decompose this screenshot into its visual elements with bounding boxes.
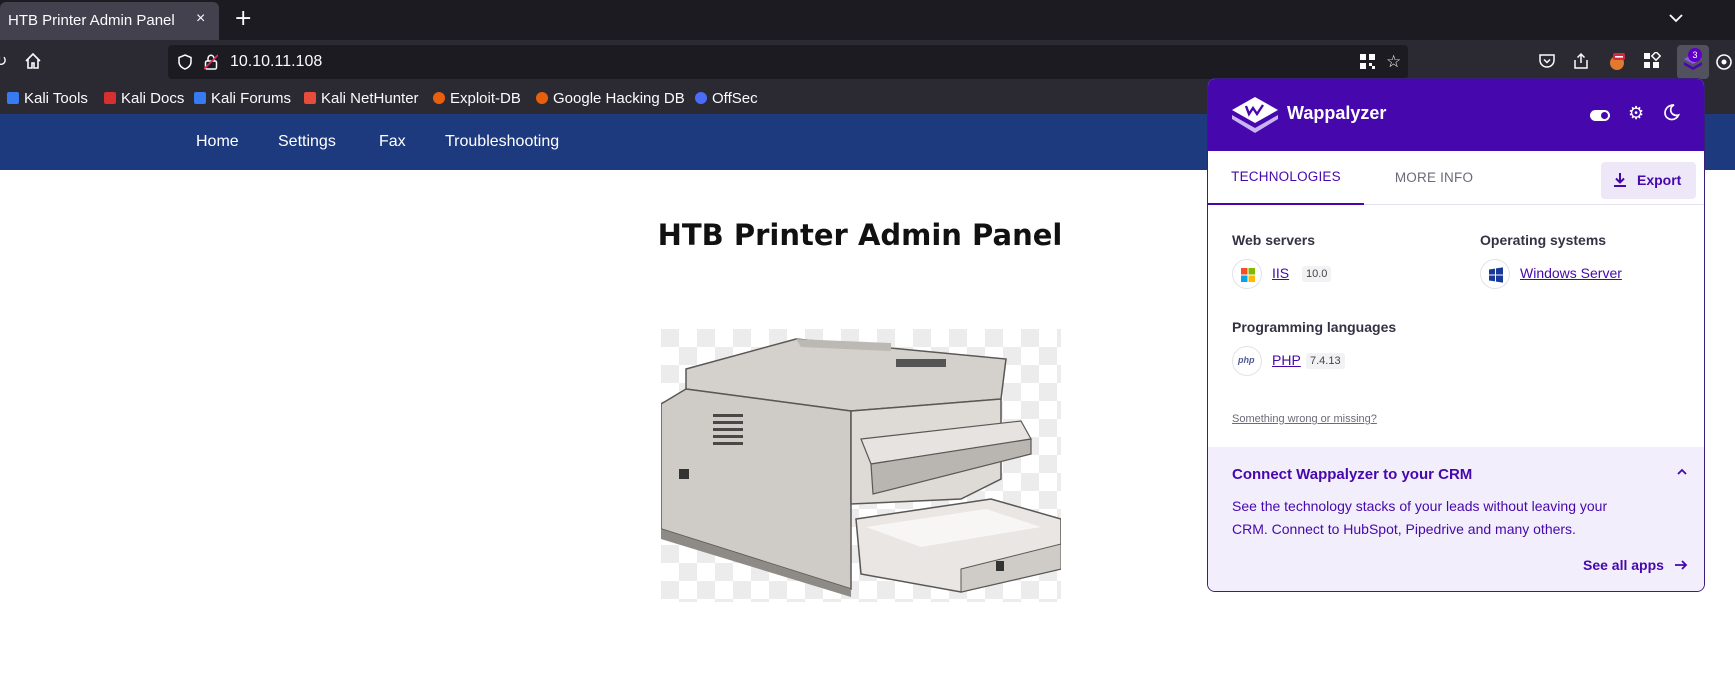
- see-all-apps-link[interactable]: See all apps: [1583, 557, 1664, 573]
- wappalyzer-title: Wappalyzer: [1287, 103, 1387, 123]
- tab-list-chevron-icon[interactable]: [1668, 10, 1684, 26]
- collapse-chevron-icon[interactable]: [1676, 466, 1688, 478]
- crm-description: See the technology stacks of your leads …: [1232, 498, 1608, 537]
- tab-bar: HTB Printer Admin Panel × +: [0, 0, 1735, 40]
- exploit-db-icon: [433, 92, 445, 104]
- tech-version-iis: 10.0: [1302, 266, 1332, 282]
- tech-item-iis[interactable]: IIS 10.0: [1232, 259, 1432, 289]
- browser-tab-active[interactable]: HTB Printer Admin Panel ×: [0, 2, 219, 40]
- arrow-right-icon[interactable]: [1674, 558, 1688, 572]
- nav-home-link[interactable]: Home: [196, 133, 239, 151]
- export-button[interactable]: Export: [1601, 162, 1696, 199]
- something-wrong-link[interactable]: Something wrong or missing?: [1232, 413, 1377, 425]
- tech-version-php: 7.4.13: [1306, 353, 1345, 369]
- reload-icon[interactable]: ↻: [0, 51, 7, 70]
- tech-name-iis[interactable]: IIS: [1272, 265, 1289, 281]
- share-icon[interactable]: [1572, 52, 1590, 70]
- windows-icon: [1480, 259, 1510, 289]
- bookmark-kali-tools[interactable]: Kali Tools: [7, 90, 88, 107]
- crm-panel: Connect Wappalyzer to your CRM See the t…: [1208, 447, 1704, 591]
- tech-name-php[interactable]: PHP: [1272, 352, 1301, 368]
- tech-item-windows-server[interactable]: Windows Server: [1480, 259, 1680, 289]
- nav-fax-link[interactable]: Fax: [379, 133, 406, 151]
- url-bar[interactable]: 10.10.11.108 ☆: [168, 45, 1408, 79]
- nav-troubleshooting-link[interactable]: Troubleshooting: [445, 133, 559, 151]
- bookmark-star-icon[interactable]: ☆: [1386, 52, 1401, 72]
- category-programming-languages: Programming languages: [1232, 319, 1397, 335]
- bookmark-google-hacking-db[interactable]: Google Hacking DB: [536, 90, 685, 107]
- qr-code-icon[interactable]: [1360, 54, 1375, 69]
- insecure-lock-icon[interactable]: [204, 54, 218, 70]
- dark-mode-moon-icon[interactable]: [1662, 103, 1680, 121]
- tech-name-windows-server[interactable]: Windows Server: [1520, 265, 1622, 281]
- tracking-shield-icon[interactable]: [177, 54, 193, 70]
- new-tab-button[interactable]: +: [234, 6, 252, 31]
- nav-settings-link[interactable]: Settings: [278, 133, 336, 151]
- download-icon: [1614, 173, 1626, 187]
- overflow-extension-icon[interactable]: [1714, 52, 1734, 72]
- bookmark-kali-nethunter[interactable]: Kali NetHunter: [304, 90, 419, 107]
- kali-nethunter-icon: [304, 92, 316, 104]
- pocket-icon[interactable]: [1538, 52, 1556, 70]
- page-title: HTB Printer Admin Panel: [657, 218, 1063, 252]
- category-operating-systems: Operating systems: [1480, 232, 1607, 248]
- tab-title: HTB Printer Admin Panel: [8, 12, 175, 29]
- offsec-icon: [695, 92, 707, 104]
- settings-gear-icon[interactable]: ⚙: [1628, 103, 1644, 124]
- kali-tools-icon: [7, 92, 19, 104]
- wappalyzer-header: Wappalyzer ⚙: [1208, 79, 1704, 151]
- kali-docs-icon: [104, 92, 116, 104]
- tab-technologies[interactable]: TECHNOLOGIES: [1208, 151, 1364, 205]
- printer-image: [660, 329, 1062, 602]
- bookmark-kali-docs[interactable]: Kali Docs: [104, 90, 184, 107]
- tech-item-php[interactable]: php PHP 7.4.13: [1232, 346, 1432, 376]
- google-hacking-db-icon: [536, 92, 548, 104]
- php-icon: php: [1232, 346, 1262, 376]
- export-label: Export: [1637, 172, 1682, 188]
- kali-forums-icon: [194, 92, 206, 104]
- wappalyzer-logo-icon: [1232, 97, 1278, 133]
- bookmark-exploit-db[interactable]: Exploit-DB: [433, 90, 521, 107]
- ublock-extension-icon[interactable]: [1607, 52, 1627, 72]
- enable-toggle[interactable]: [1590, 110, 1610, 121]
- crm-title: Connect Wappalyzer to your CRM: [1232, 466, 1473, 483]
- extension-badge: 3: [1688, 48, 1702, 62]
- home-icon[interactable]: [24, 52, 42, 70]
- bookmark-kali-forums[interactable]: Kali Forums: [194, 90, 291, 107]
- url-text[interactable]: 10.10.11.108: [230, 53, 322, 71]
- extensions-grid-icon[interactable]: [1643, 52, 1661, 70]
- tab-more-info[interactable]: MORE INFO: [1364, 151, 1504, 205]
- tab-close-icon[interactable]: ×: [196, 10, 205, 28]
- category-web-servers: Web servers: [1232, 232, 1316, 248]
- iis-icon: [1232, 259, 1262, 289]
- wappalyzer-popup: Wappalyzer ⚙ TECHNOLOGIES MORE INFO Expo…: [1207, 78, 1705, 592]
- bookmark-offsec[interactable]: OffSec: [695, 90, 758, 107]
